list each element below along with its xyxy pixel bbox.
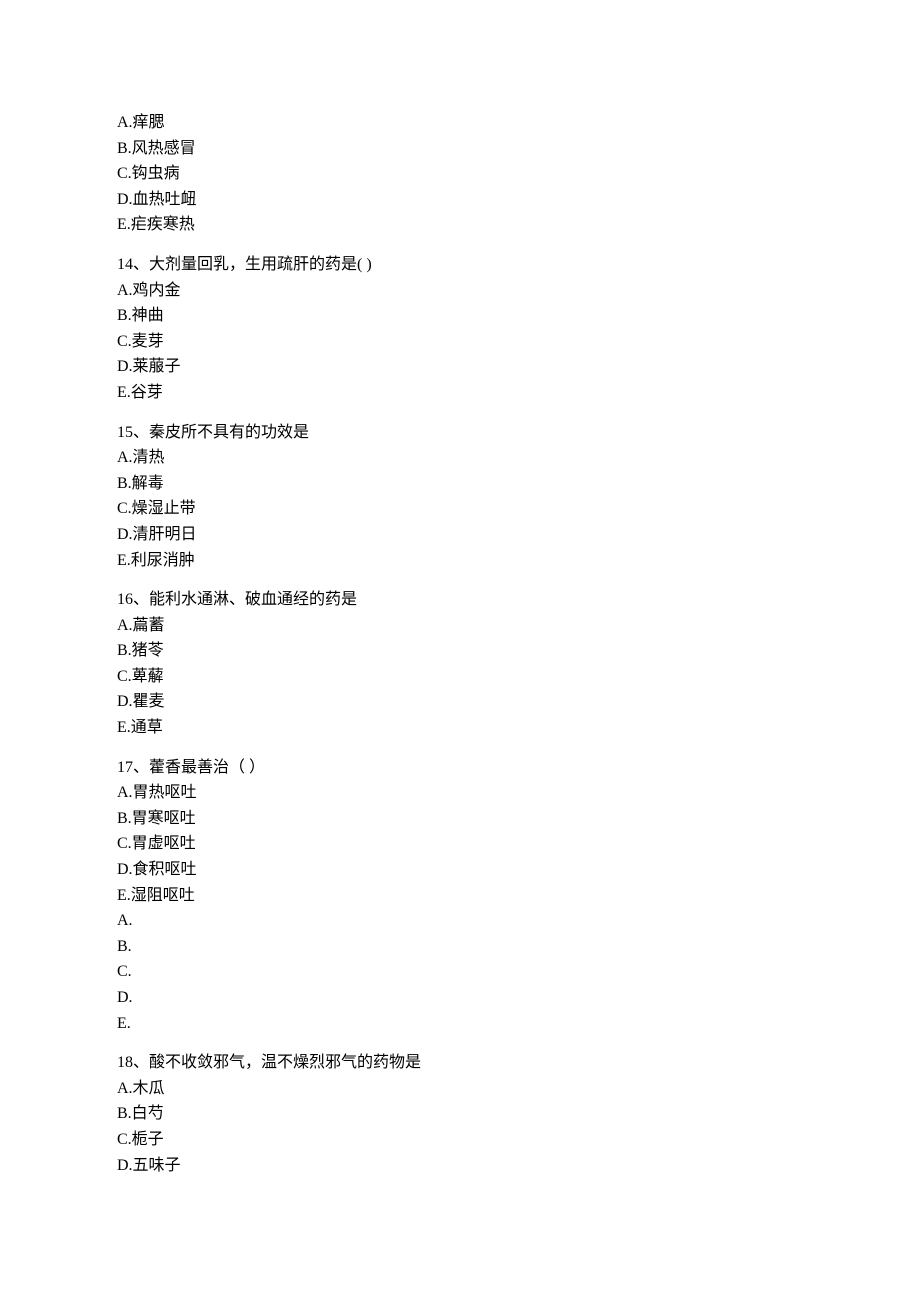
option-e-blank: E.	[117, 1011, 920, 1037]
question-text: 藿香最善治（ ）	[149, 759, 265, 776]
option-e: E.湿阻呕吐	[117, 883, 920, 909]
question-number: 18、	[117, 1054, 149, 1071]
question-text: 能利水通淋、破血通经的药是	[149, 591, 357, 608]
question-block: 14、大剂量回乳，生用疏肝的药是( ) A.鸡内金 B.神曲 C.麦芽 D.莱菔…	[117, 252, 920, 406]
question-block: 16、能利水通淋、破血通经的药是 A.萹蓄 B.猪苓 C.萆薢 D.瞿麦 E.通…	[117, 587, 920, 741]
option-e: E.通草	[117, 715, 920, 741]
option-a: A.痒腮	[117, 110, 920, 136]
question-stem: 18、酸不收敛邪气，温不燥烈邪气的药物是	[117, 1050, 920, 1076]
option-b: B.解毒	[117, 471, 920, 497]
question-block: A.痒腮 B.风热感冒 C.钩虫病 D.血热吐衄 E.疟疾寒热	[117, 110, 920, 238]
option-d: D.血热吐衄	[117, 187, 920, 213]
question-block: 18、酸不收敛邪气，温不燥烈邪气的药物是 A.木瓜 B.白芍 C.栀子 D.五味…	[117, 1050, 920, 1178]
option-a: A.清热	[117, 445, 920, 471]
option-d: D.莱菔子	[117, 354, 920, 380]
question-stem: 16、能利水通淋、破血通经的药是	[117, 587, 920, 613]
question-stem: 15、秦皮所不具有的功效是	[117, 420, 920, 446]
option-d: D.瞿麦	[117, 689, 920, 715]
option-c: C.栀子	[117, 1127, 920, 1153]
question-text: 秦皮所不具有的功效是	[149, 424, 309, 441]
question-text: 酸不收敛邪气，温不燥烈邪气的药物是	[149, 1054, 421, 1071]
option-b: B.神曲	[117, 303, 920, 329]
option-d-blank: D.	[117, 985, 920, 1011]
question-text: 大剂量回乳，生用疏肝的药是( )	[149, 256, 372, 273]
option-a-blank: A.	[117, 908, 920, 934]
option-c: C.钩虫病	[117, 161, 920, 187]
option-a: A.木瓜	[117, 1076, 920, 1102]
option-c: C.胃虚呕吐	[117, 831, 920, 857]
option-b: B.猪苓	[117, 638, 920, 664]
option-c: C.燥湿止带	[117, 496, 920, 522]
option-c: C.麦芽	[117, 329, 920, 355]
question-number: 17、	[117, 759, 149, 776]
question-block: 15、秦皮所不具有的功效是 A.清热 B.解毒 C.燥湿止带 D.清肝明日 E.…	[117, 420, 920, 574]
option-c: C.萆薢	[117, 664, 920, 690]
question-block: 17、藿香最善治（ ） A.胃热呕吐 B.胃寒呕吐 C.胃虚呕吐 D.食积呕吐 …	[117, 755, 920, 1037]
option-e: E.疟疾寒热	[117, 212, 920, 238]
question-stem: 17、藿香最善治（ ）	[117, 755, 920, 781]
option-d: D.清肝明日	[117, 522, 920, 548]
question-number: 15、	[117, 424, 149, 441]
option-a: A.胃热呕吐	[117, 780, 920, 806]
option-b: B.白芍	[117, 1101, 920, 1127]
option-c-blank: C.	[117, 959, 920, 985]
option-a: A.萹蓄	[117, 613, 920, 639]
option-e: E.利尿消肿	[117, 548, 920, 574]
option-b: B.胃寒呕吐	[117, 806, 920, 832]
option-d: D.食积呕吐	[117, 857, 920, 883]
option-a: A.鸡内金	[117, 278, 920, 304]
question-stem: 14、大剂量回乳，生用疏肝的药是( )	[117, 252, 920, 278]
option-d: D.五味子	[117, 1153, 920, 1179]
option-b: B.风热感冒	[117, 136, 920, 162]
option-e: E.谷芽	[117, 380, 920, 406]
exam-page: A.痒腮 B.风热感冒 C.钩虫病 D.血热吐衄 E.疟疾寒热 14、大剂量回乳…	[0, 0, 920, 1232]
question-number: 16、	[117, 591, 149, 608]
question-number: 14、	[117, 256, 149, 273]
option-b-blank: B.	[117, 934, 920, 960]
